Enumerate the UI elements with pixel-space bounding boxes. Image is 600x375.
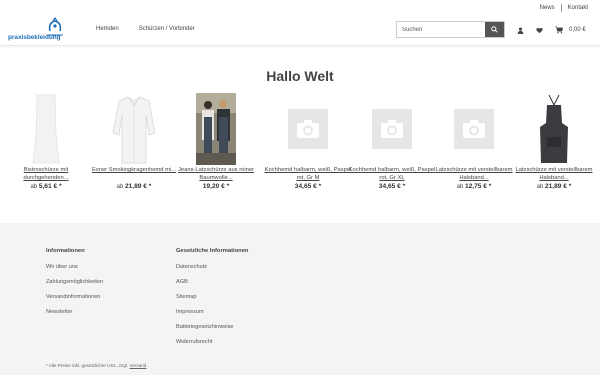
footer-link-payment[interactable]: Zahlungsmöglichkeiten — [46, 279, 103, 294]
footer-link-shipping[interactable]: Versandinformationen — [46, 294, 103, 309]
dark-apron-image — [540, 94, 568, 163]
price-value: 21,89 € * — [544, 183, 572, 190]
product-title[interactable]: Exner Smokingkragenhemd mi... — [90, 166, 178, 182]
shipping-link[interactable]: Versand — [130, 363, 147, 368]
camera-icon — [381, 120, 403, 138]
footer-column-legal: Gesetzliche Informationen Datenschutz AG… — [176, 248, 248, 354]
product-image[interactable] — [348, 93, 436, 165]
product-title[interactable]: Latzschürze mit verstellbarem Halsband..… — [510, 166, 598, 182]
product-image[interactable] — [2, 93, 90, 165]
footer-column-info: Informationen Wir über uns Zahlungsmögli… — [46, 248, 103, 324]
price-value: 19,20 € * — [202, 183, 230, 190]
white-shirt-image — [112, 96, 156, 164]
product-price: 34,65 € * — [264, 183, 352, 190]
header-actions: 0,00 € — [516, 25, 586, 35]
price-value: 12,75 € * — [464, 183, 492, 190]
product-card[interactable]: Latzschürze mit verstellbarem Halsband..… — [430, 93, 518, 190]
footer-heading: Gesetzliche Informationen — [176, 248, 249, 254]
cart-total[interactable]: 0,00 € — [569, 27, 586, 33]
footer-link-terms[interactable]: AGB — [176, 279, 248, 294]
price-prefix: ab — [536, 184, 544, 190]
price-value: 34,65 € * — [294, 183, 322, 190]
price-value: 34,65 € * — [378, 183, 406, 190]
top-utility-bar: News Kontakt — [0, 0, 600, 14]
main-nav: Hemden Schürzen / Vorbinder — [96, 26, 195, 32]
camera-icon — [463, 120, 485, 138]
image-placeholder — [372, 109, 412, 149]
top-links: News Kontakt — [540, 4, 588, 12]
product-slider: Bistroschürze mit durchgehenden... ab 5,… — [2, 93, 598, 193]
product-image[interactable] — [430, 93, 518, 165]
nav-item-hemden[interactable]: Hemden — [96, 26, 119, 32]
price-prefix: ab — [30, 184, 38, 190]
cart-icon — [554, 26, 563, 34]
product-image[interactable] — [510, 93, 598, 165]
account-button[interactable] — [516, 26, 525, 35]
product-card[interactable]: Kochhemd halbarm, weiß, Paspel rot, Gr X… — [348, 93, 436, 190]
footer-link-battery[interactable]: Batteriegesetzhinweise — [176, 324, 248, 339]
product-card[interactable]: Jeans-Latzschürze aus reiner Baumwolle..… — [172, 93, 260, 190]
product-price: 34,65 € * — [348, 183, 436, 190]
product-title[interactable]: Latzschürze mit verstellbarem Halsband..… — [430, 166, 518, 182]
news-link[interactable]: News — [540, 5, 555, 11]
product-price: ab 21,89 € * — [90, 183, 178, 190]
search-button[interactable] — [485, 22, 504, 37]
site-footer: Informationen Wir über uns Zahlungsmögli… — [0, 223, 600, 375]
logo-text: praxisbekleidung — [8, 34, 61, 41]
product-title[interactable]: Bistroschürze mit durchgehenden... — [2, 166, 90, 182]
product-card[interactable]: Exner Smokingkragenhemd mi... ab 21,89 €… — [90, 93, 178, 190]
footer-link-withdrawal[interactable]: Widerrufsrecht — [176, 339, 248, 354]
price-value: 21,89 € * — [124, 183, 152, 190]
image-placeholder — [454, 109, 494, 149]
cart-button[interactable] — [554, 26, 563, 35]
product-title[interactable]: Jeans-Latzschürze aus reiner Baumwolle..… — [172, 166, 260, 182]
product-image[interactable] — [172, 93, 260, 165]
vat-note-text: * Alle Preise inkl. gesetzlicher USt., z… — [46, 363, 129, 368]
people-in-aprons-photo — [196, 93, 236, 165]
footer-link-privacy[interactable]: Datenschutz — [176, 264, 248, 279]
search-icon — [491, 26, 498, 33]
product-card[interactable]: Kochhemd halbarm, weiß, Paspel rot, Gr M… — [264, 93, 352, 190]
product-title[interactable]: Kochhemd halbarm, weiß, Paspel rot, Gr M — [264, 166, 352, 182]
product-price: 19,20 € * — [172, 183, 260, 190]
nav-item-schuerzen[interactable]: Schürzen / Vorbinder — [139, 26, 195, 32]
price-value: 5,61 € * — [38, 183, 62, 190]
camera-icon — [297, 120, 319, 138]
divider — [560, 4, 562, 12]
image-placeholder — [288, 109, 328, 149]
page-title: Hallo Welt — [266, 68, 334, 84]
footer-heading: Informationen — [46, 248, 85, 254]
white-apron-image — [32, 93, 60, 164]
product-image[interactable] — [90, 93, 178, 165]
search-input[interactable] — [397, 22, 485, 37]
wishlist-button[interactable] — [535, 26, 544, 35]
footer-link-about[interactable]: Wir über uns — [46, 264, 103, 279]
logo[interactable]: praxisbekleidung — [8, 17, 66, 43]
product-card[interactable]: Latzschürze mit verstellbarem Halsband..… — [510, 93, 598, 190]
product-price: ab 12,75 € * — [430, 183, 518, 190]
footer-link-imprint[interactable]: Impressum — [176, 309, 248, 324]
price-prefix: ab — [116, 184, 124, 190]
heart-icon — [536, 27, 543, 33]
product-price: ab 5,61 € * — [2, 183, 90, 190]
vat-note: * Alle Preise inkl. gesetzlicher USt., z… — [46, 363, 146, 368]
footer-link-sitemap[interactable]: Sitemap — [176, 294, 248, 309]
site-header: praxisbekleidung Hemden Schürzen / Vorbi… — [0, 14, 600, 46]
product-title[interactable]: Kochhemd halbarm, weiß, Paspel rot, Gr X… — [348, 166, 436, 182]
contact-link[interactable]: Kontakt — [568, 5, 588, 11]
search-box — [396, 21, 505, 38]
product-card[interactable]: Bistroschürze mit durchgehenden... ab 5,… — [2, 93, 90, 190]
product-image[interactable] — [264, 93, 352, 165]
user-icon — [517, 27, 524, 34]
product-price: ab 21,89 € * — [510, 183, 598, 190]
footer-link-newsletter[interactable]: Newsletter — [46, 309, 103, 324]
price-prefix: ab — [456, 184, 464, 190]
